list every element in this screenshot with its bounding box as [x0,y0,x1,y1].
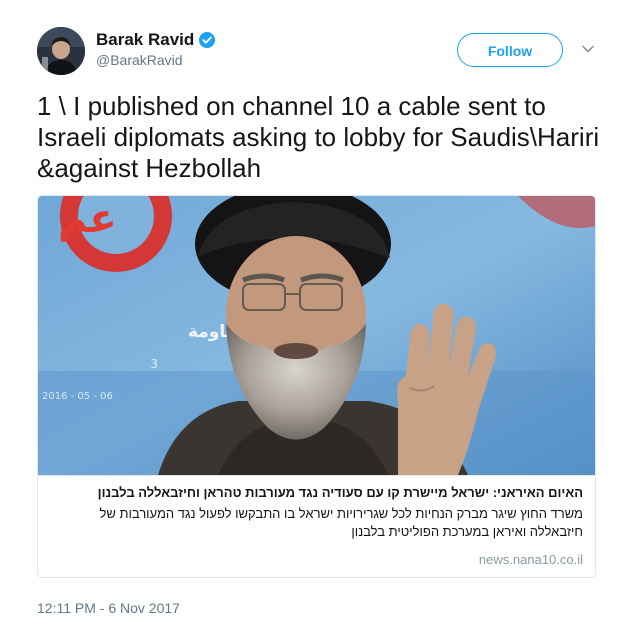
avatar[interactable] [37,27,85,75]
tweet-timestamp[interactable]: 12:11 PM - 6 Nov 2017 [37,600,180,616]
card-domain: news.nana10.co.il [478,552,583,567]
author-handle[interactable]: @BarakRavid [96,52,183,68]
backdrop-date: 2016 - 05 - 06 [42,391,113,402]
card-body[interactable]: האיום האיראני: ישראל מיישרת קו עם סעודיה… [38,475,595,577]
card-title: האיום האיראני: ישראל מיישרת קו עם סעודיה… [97,485,583,500]
chevron-down-icon[interactable] [581,44,595,54]
link-card[interactable]: عم دعم المقاومة 3 2016 - 05 - 06 [37,195,596,578]
author-display-name[interactable]: Barak Ravid [96,30,216,50]
card-description: משרד החוץ שיגר מברק הנחיות לכל שגרירויות… [99,506,584,539]
verified-badge-icon [199,32,216,48]
tweet-text: 1 \ I published on channel 10 a cable se… [37,91,600,183]
card-image[interactable]: عم دعم المقاومة 3 2016 - 05 - 06 [38,196,595,475]
backdrop-logo-text: عم [58,196,117,242]
backdrop-text-line2: 3 [150,357,158,371]
follow-button[interactable]: Follow [457,33,563,67]
author-name-text: Barak Ravid [96,30,195,49]
